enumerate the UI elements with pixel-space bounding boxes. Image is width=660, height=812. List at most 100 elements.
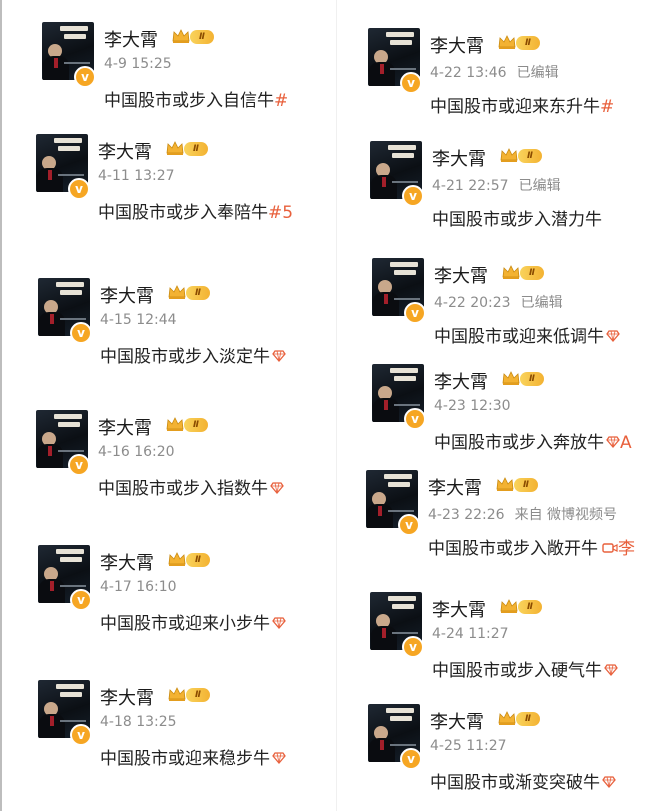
column-divider — [336, 0, 337, 811]
weibo-post[interactable]: v 李大霄 Ⅱ 4-9 15:25 中国股市或步入自信牛# — [42, 22, 330, 130]
post-timestamp: 4-16 16:20 — [98, 444, 175, 460]
author-name[interactable]: 李大霄 — [100, 684, 154, 710]
post-text[interactable]: 中国股市或步入奉陪牛#5 — [98, 198, 293, 223]
cover-subtitle-line — [390, 744, 416, 746]
post-body: 中国股市或步入指数牛 — [98, 479, 268, 499]
level-badge: Ⅱ — [190, 30, 214, 44]
post-body: 中国股市或步入自信牛 — [104, 91, 274, 111]
author-name[interactable]: 李大霄 — [430, 708, 484, 734]
post-meta: 4-18 13:25 — [100, 714, 177, 730]
v-verified-icon: v — [70, 724, 92, 746]
weibo-post[interactable]: v 李大霄 Ⅱ 4-22 13:46 已编辑 中国股市或迎来东升牛# — [368, 28, 660, 136]
post-meta: 4-23 12:30 — [434, 398, 511, 414]
post-timestamp: 4-17 16:10 — [100, 579, 177, 595]
post-body: 中国股市或步入淡定牛 — [100, 347, 270, 367]
portrait-tie — [48, 446, 52, 456]
book-cover-title — [56, 282, 86, 300]
v-verified-icon: v — [400, 72, 422, 94]
crown-icon — [166, 140, 184, 156]
author-name[interactable]: 李大霄 — [434, 262, 488, 288]
post-timestamp: 4-24 11:27 — [432, 626, 509, 642]
weibo-post[interactable]: v 李大霄 Ⅱ 4-17 16:10 中国股市或迎来小步牛 — [38, 545, 330, 653]
v-verified-icon: v — [68, 178, 90, 200]
crown-icon — [498, 710, 516, 726]
post-meta: 4-17 16:10 — [100, 579, 177, 595]
cover-subtitle-line — [60, 585, 86, 587]
post-timestamp: 4-22 13:46 — [430, 65, 507, 81]
post-text[interactable]: 中国股市或步入奔放牛 A — [434, 428, 632, 453]
post-meta: 4-16 16:20 — [98, 444, 175, 460]
post-meta: 4-22 13:46 已编辑 — [430, 62, 559, 82]
post-text[interactable]: 中国股市或步入淡定牛 — [100, 342, 286, 367]
post-text[interactable]: 中国股市或步入敞开牛李 — [428, 534, 635, 559]
level-badge: Ⅱ — [520, 372, 544, 386]
book-cover-title — [390, 368, 420, 386]
post-body: 中国股市或步入硬气牛 — [432, 661, 602, 681]
crown-icon — [500, 147, 518, 163]
weibo-post[interactable]: v 李大霄 Ⅱ 4-18 13:25 中国股市或迎来稳步牛 — [38, 680, 330, 788]
v-verified-icon: v — [402, 636, 424, 658]
author-name[interactable]: 李大霄 — [434, 368, 488, 394]
diamond-icon — [606, 433, 620, 453]
weibo-post[interactable]: v 李大霄 Ⅱ 4-23 22:26 来自 微博视频号 中国股市或步入敞开牛李 — [366, 470, 660, 578]
post-body: 中国股市或渐变突破牛 — [430, 773, 600, 793]
weibo-post[interactable]: v 李大霄 Ⅱ 4-16 16:20 中国股市或步入指数牛 — [36, 410, 330, 518]
post-text[interactable]: 中国股市或迎来稳步牛 — [100, 744, 286, 769]
book-cover-title — [388, 145, 418, 163]
post-text[interactable]: 中国股市或步入硬气牛 — [432, 656, 618, 681]
level-badge: Ⅱ — [186, 688, 210, 702]
post-source: 已编辑 — [518, 178, 561, 194]
level-badge: Ⅱ — [520, 266, 544, 280]
portrait-tie — [50, 314, 54, 324]
post-tail: 李 — [618, 539, 635, 559]
author-name[interactable]: 李大霄 — [100, 282, 154, 308]
post-text[interactable]: 中国股市或迎来低调牛 — [434, 322, 620, 347]
v-verified-icon: v — [74, 66, 96, 88]
post-meta: 4-9 15:25 — [104, 56, 172, 72]
level-badge: Ⅱ — [184, 418, 208, 432]
book-cover-title — [386, 708, 416, 726]
portrait-tie — [382, 628, 386, 638]
post-text[interactable]: 中国股市或步入自信牛# — [104, 86, 288, 111]
post-text[interactable]: 中国股市或迎来东升牛# — [430, 92, 614, 117]
book-cover-title — [388, 596, 418, 614]
book-cover-title — [54, 414, 84, 432]
weibo-post[interactable]: v 李大霄 Ⅱ 4-25 11:27 中国股市或渐变突破牛 — [368, 704, 660, 812]
author-name[interactable]: 李大霄 — [428, 474, 482, 500]
weibo-post[interactable]: v 李大霄 Ⅱ 4-23 12:30 中国股市或步入奔放牛 A — [372, 364, 660, 472]
portrait-tie — [48, 170, 52, 180]
author-name[interactable]: 李大霄 — [432, 596, 486, 622]
weibo-post[interactable]: v 李大霄 Ⅱ 4-15 12:44 中国股市或步入淡定牛 — [38, 278, 330, 386]
author-name[interactable]: 李大霄 — [104, 26, 158, 52]
author-name[interactable]: 李大霄 — [98, 138, 152, 164]
cover-subtitle-line — [58, 174, 84, 176]
weibo-post[interactable]: v 李大霄 Ⅱ 4-21 22:57 已编辑 中国股市或步入潜力牛 — [370, 141, 660, 249]
weibo-post[interactable]: v 李大霄 Ⅱ 4-24 11:27 中国股市或步入硬气牛 — [370, 592, 660, 700]
post-text[interactable]: 中国股市或步入指数牛 — [98, 474, 284, 499]
crown-icon — [502, 370, 520, 386]
post-timestamp: 4-18 13:25 — [100, 714, 177, 730]
post-source: 来自 微博视频号 — [514, 507, 618, 523]
author-name[interactable]: 李大霄 — [432, 145, 486, 171]
v-verified-icon: v — [404, 408, 426, 430]
cover-subtitle-line — [392, 632, 418, 634]
author-name[interactable]: 李大霄 — [100, 549, 154, 575]
book-cover-title — [54, 138, 84, 156]
crown-icon — [496, 476, 514, 492]
author-name[interactable]: 李大霄 — [430, 32, 484, 58]
book-cover-title — [56, 684, 86, 702]
post-text[interactable]: 中国股市或迎来小步牛 — [100, 609, 286, 634]
crown-icon — [168, 284, 186, 300]
post-meta: 4-25 11:27 — [430, 738, 507, 754]
author-name[interactable]: 李大霄 — [98, 414, 152, 440]
post-text[interactable]: 中国股市或渐变突破牛 — [430, 768, 616, 793]
cover-subtitle-line — [394, 298, 420, 300]
crown-icon — [168, 551, 186, 567]
weibo-post[interactable]: v 李大霄 Ⅱ 4-22 20:23 已编辑 中国股市或迎来低调牛 — [372, 258, 660, 366]
post-meta: 4-21 22:57 已编辑 — [432, 175, 561, 195]
post-body: 中国股市或步入奉陪牛 — [98, 203, 268, 223]
v-verified-icon: v — [70, 322, 92, 344]
post-timestamp: 4-23 12:30 — [434, 398, 511, 414]
weibo-post[interactable]: v 李大霄 Ⅱ 4-11 13:27 中国股市或步入奉陪牛#5 — [36, 134, 330, 242]
post-text[interactable]: 中国股市或步入潜力牛 — [432, 205, 602, 230]
